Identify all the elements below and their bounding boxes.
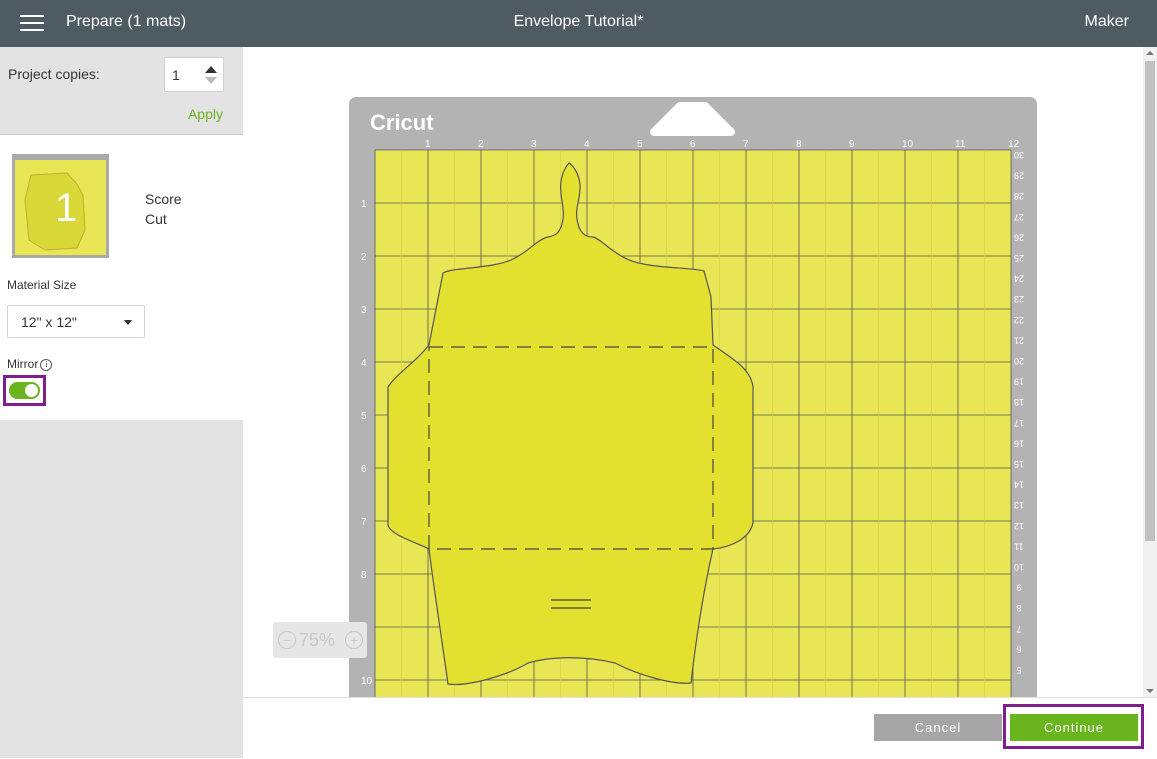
left-ruler-label: 6 bbox=[361, 464, 367, 475]
left-ruler-label: 3 bbox=[361, 305, 367, 316]
top-ruler-label: 1 bbox=[425, 139, 431, 150]
mat-operations: Score Cut bbox=[145, 189, 182, 229]
top-ruler-label: 11 bbox=[955, 139, 966, 150]
top-ruler-label: 9 bbox=[849, 139, 855, 150]
project-copies-stepper[interactable]: 1 bbox=[164, 57, 224, 92]
right-ruler-label: 16 bbox=[1014, 438, 1024, 448]
project-title: Envelope Tutorial* bbox=[513, 13, 644, 30]
right-ruler-label: 15 bbox=[1014, 459, 1024, 469]
right-ruler-label: 30 bbox=[1014, 150, 1024, 160]
right-ruler-label: 13 bbox=[1014, 500, 1024, 510]
project-copies-label: Project copies: bbox=[8, 66, 100, 82]
zoom-control: − 75% + bbox=[273, 622, 367, 658]
scrollbar-thumb[interactable] bbox=[1145, 61, 1155, 541]
top-ruler-label: 8 bbox=[796, 139, 802, 150]
right-ruler-label: 21 bbox=[1014, 335, 1024, 345]
top-ruler-label: 4 bbox=[584, 139, 590, 150]
top-ruler-label: 12 bbox=[1008, 139, 1020, 150]
top-ruler-label: 7 bbox=[743, 139, 749, 150]
machine-name[interactable]: Maker bbox=[1085, 13, 1129, 31]
toggle-knob bbox=[25, 384, 38, 397]
right-ruler-label: 25 bbox=[1014, 253, 1024, 263]
right-ruler-label: 24 bbox=[1014, 274, 1024, 284]
mat-number: 1 bbox=[55, 186, 78, 230]
top-ruler-label: 2 bbox=[478, 139, 484, 150]
stepper-up-icon[interactable] bbox=[205, 66, 217, 73]
mirror-label-text: Mirror bbox=[7, 357, 39, 371]
sidebar: Project copies: 1 Apply 1 Score Cut Mate… bbox=[0, 47, 243, 758]
left-ruler-label: 4 bbox=[361, 358, 367, 369]
right-ruler-label: 5 bbox=[1016, 665, 1021, 675]
right-ruler-label: 18 bbox=[1014, 397, 1024, 407]
apply-button[interactable]: Apply bbox=[188, 106, 223, 122]
right-ruler-label: 8 bbox=[1016, 603, 1021, 613]
project-copies-value[interactable]: 1 bbox=[172, 67, 180, 83]
top-bar: Prepare (1 mats) Envelope Tutorial* Make… bbox=[0, 0, 1157, 47]
right-ruler-label: 11 bbox=[1014, 541, 1023, 551]
mirror-toggle[interactable] bbox=[9, 382, 40, 399]
chevron-down-icon[interactable] bbox=[124, 320, 132, 325]
right-ruler-label: 12 bbox=[1014, 521, 1024, 531]
right-ruler-label: 23 bbox=[1014, 294, 1024, 304]
right-ruler-label: 19 bbox=[1014, 377, 1024, 387]
scroll-up-icon[interactable] bbox=[1146, 51, 1154, 55]
project-copies-panel: Project copies: 1 Apply bbox=[0, 47, 243, 135]
right-ruler-label: 29 bbox=[1014, 171, 1024, 181]
material-size-label: Material Size bbox=[7, 278, 77, 292]
left-ruler-label: 2 bbox=[361, 252, 367, 263]
right-ruler-label: 9 bbox=[1016, 583, 1021, 593]
zoom-level: 75% bbox=[299, 630, 336, 650]
zoom-out-icon[interactable]: − bbox=[278, 631, 296, 649]
material-size-select[interactable]: 12" x 12" bbox=[7, 305, 145, 338]
left-ruler-label: 10 bbox=[361, 676, 373, 687]
cutting-mat: Cricut 123456789101112 12345678910 30292… bbox=[349, 97, 1037, 697]
stepper-down-icon[interactable] bbox=[205, 77, 217, 84]
vertical-scrollbar[interactable] bbox=[1143, 47, 1157, 697]
right-ruler-label: 7 bbox=[1016, 624, 1021, 634]
right-ruler-label: 27 bbox=[1014, 212, 1024, 222]
top-ruler-label: 10 bbox=[902, 139, 914, 150]
mat-thumbnail-preview: 1 bbox=[15, 160, 106, 255]
bottom-bar: Cancel Continue bbox=[243, 697, 1157, 759]
continue-highlight: Continue bbox=[1003, 704, 1144, 749]
right-ruler-label: 17 bbox=[1014, 418, 1024, 428]
mirror-label: Mirror i bbox=[7, 357, 53, 371]
info-icon[interactable]: i bbox=[40, 358, 53, 371]
operation-cut: Cut bbox=[145, 211, 167, 227]
operation-score: Score bbox=[145, 191, 182, 207]
top-ruler-label: 5 bbox=[637, 139, 643, 150]
right-ruler-label: 22 bbox=[1014, 315, 1024, 325]
mirror-toggle-highlight bbox=[3, 375, 46, 406]
mat-thumbnail[interactable]: 1 bbox=[12, 154, 109, 258]
top-ruler-label: 6 bbox=[690, 139, 696, 150]
left-ruler-label: 5 bbox=[361, 411, 367, 422]
cricut-logo: Cricut bbox=[370, 110, 434, 135]
mat-canvas[interactable]: Cricut 123456789101112 12345678910 30292… bbox=[243, 47, 1143, 697]
menu-icon[interactable] bbox=[20, 15, 44, 32]
left-ruler-label: 7 bbox=[361, 517, 367, 528]
mat-panel: 1 Score Cut Material Size 12" x 12" Mirr… bbox=[0, 135, 243, 420]
left-ruler-label: 8 bbox=[361, 570, 367, 581]
material-size-value[interactable]: 12" x 12" bbox=[21, 314, 77, 330]
prepare-title: Prepare (1 mats) bbox=[66, 13, 187, 30]
scroll-down-icon[interactable] bbox=[1146, 689, 1154, 693]
right-ruler-label: 6 bbox=[1016, 644, 1021, 654]
zoom-in-icon[interactable]: + bbox=[345, 631, 363, 649]
top-ruler-label: 3 bbox=[531, 139, 537, 150]
left-ruler-label: 1 bbox=[361, 199, 367, 210]
right-ruler-label: 14 bbox=[1014, 480, 1024, 490]
continue-button[interactable]: Continue bbox=[1010, 714, 1138, 741]
right-ruler-label: 26 bbox=[1014, 232, 1024, 242]
right-ruler-label: 10 bbox=[1014, 562, 1024, 572]
right-ruler-label: 28 bbox=[1014, 191, 1024, 201]
right-ruler-label: 20 bbox=[1014, 356, 1024, 366]
cancel-button[interactable]: Cancel bbox=[874, 714, 1002, 741]
